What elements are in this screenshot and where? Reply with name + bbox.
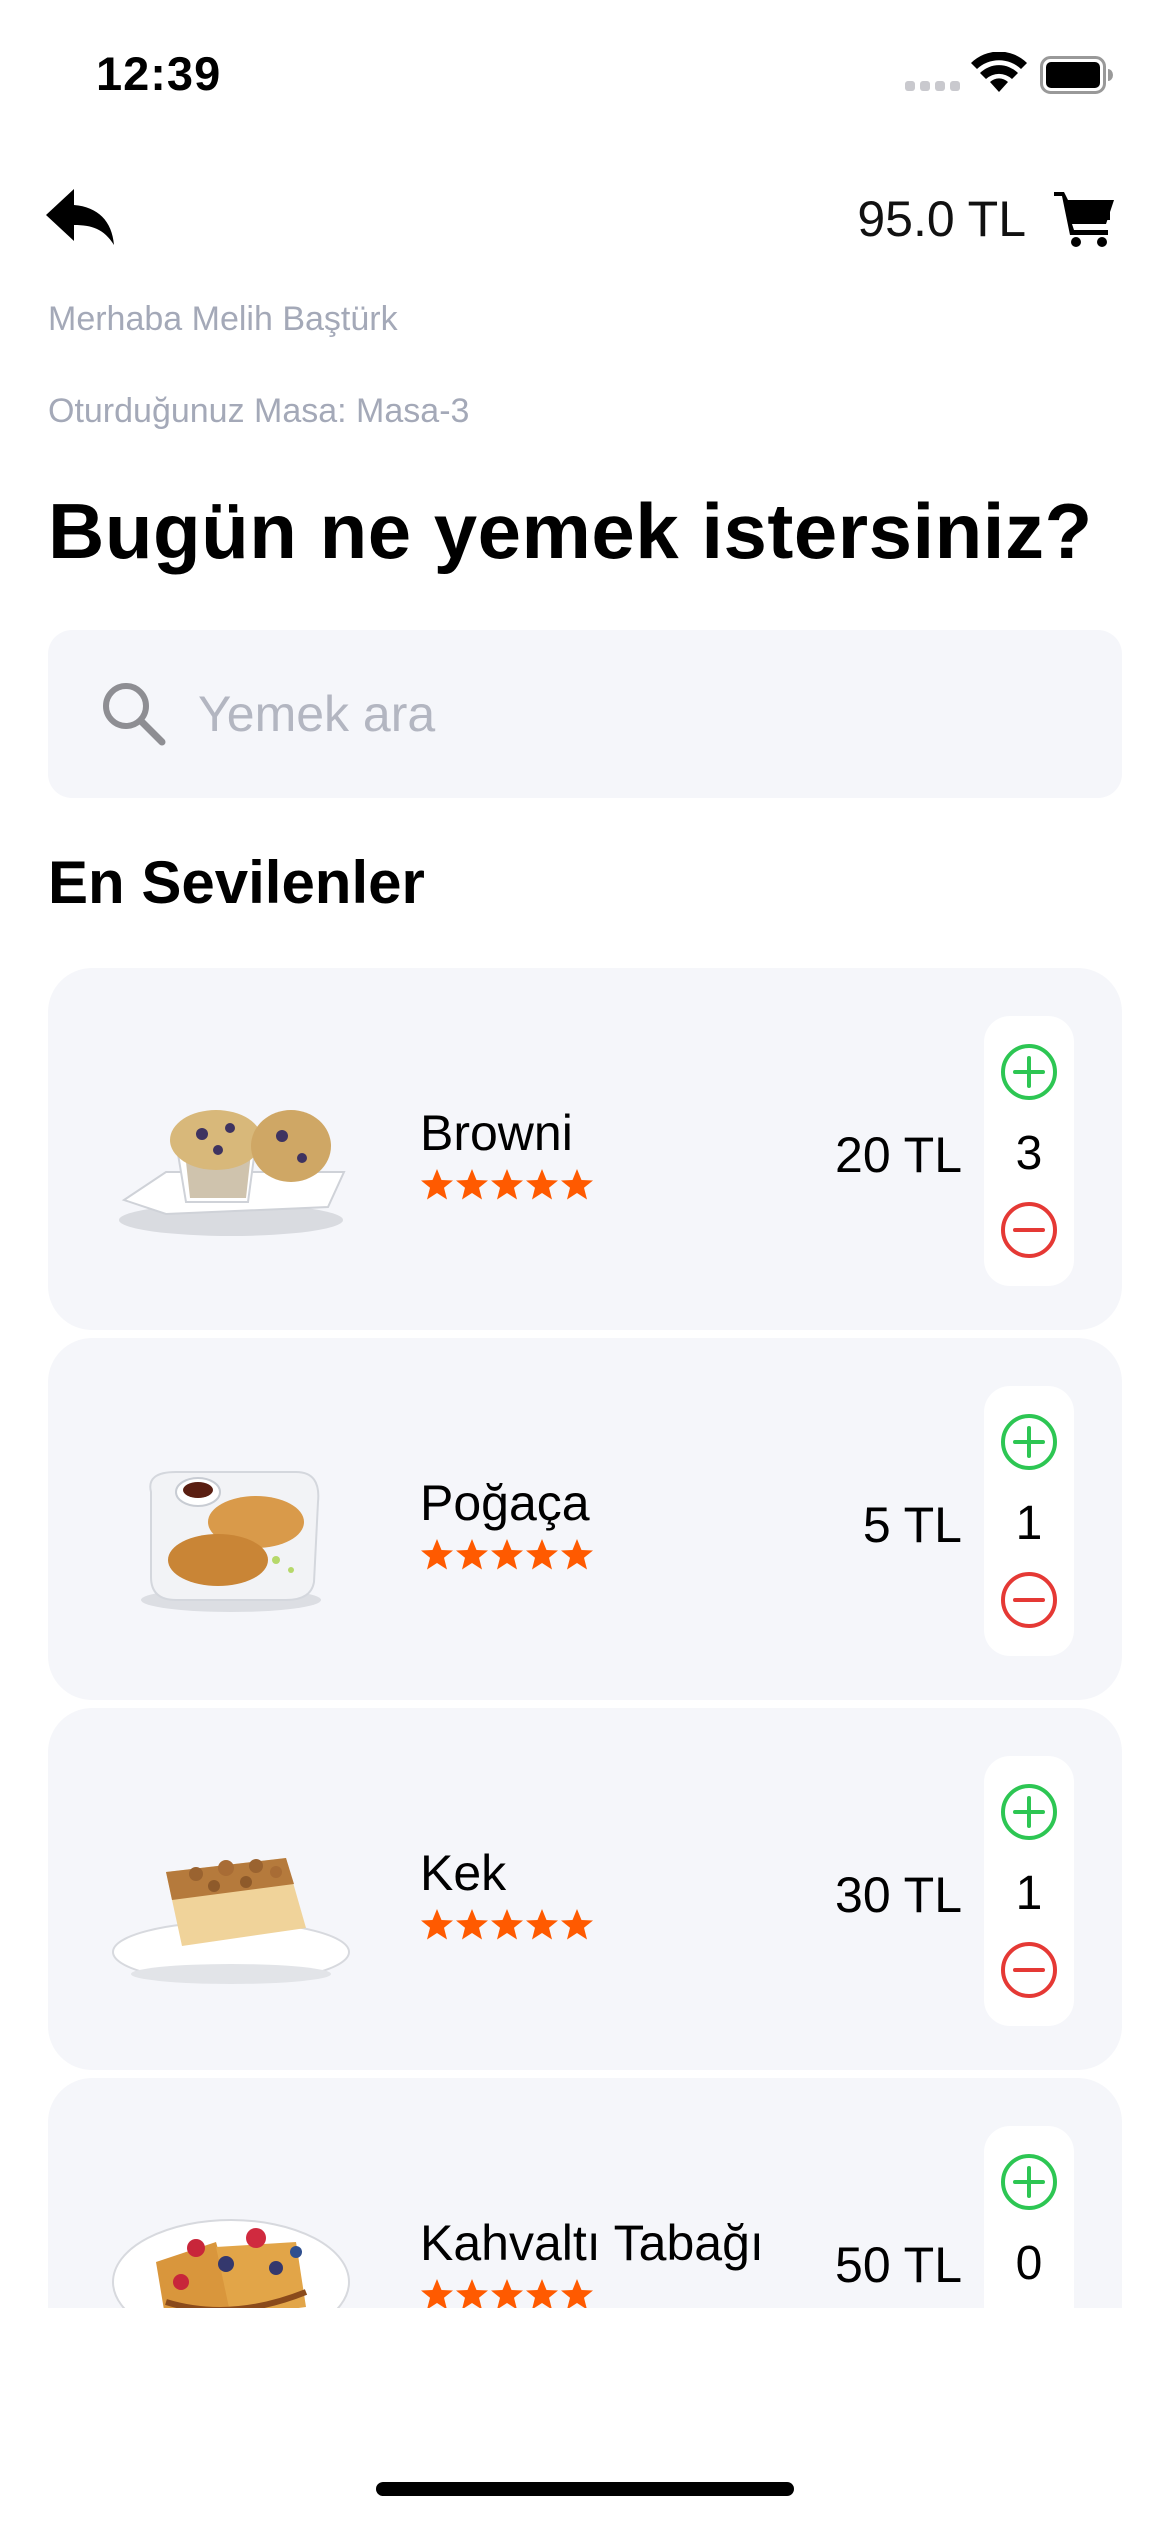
- list-item[interactable]: Browni 20 TL 3: [48, 968, 1122, 1330]
- menu-screen: 12:39 95.0 TL Merhaba Melih Baştürk Otur…: [0, 0, 1170, 2532]
- product-image: [141, 1471, 321, 1612]
- quantity-value: 0: [1015, 2237, 1043, 2290]
- quantity-value: 1: [1015, 1867, 1043, 1920]
- quantity-stepper: 3: [984, 1016, 1074, 1286]
- product-name: Kek: [420, 1845, 507, 1901]
- minus-circle-icon[interactable]: [999, 1570, 1059, 1630]
- product-name: Kahvaltı Tabağı: [420, 2215, 764, 2271]
- plus-circle-icon[interactable]: [999, 1042, 1059, 1102]
- star-icon: [456, 1909, 488, 1940]
- plus-circle-icon[interactable]: [999, 1412, 1059, 1472]
- rating-stars: [420, 1908, 600, 1942]
- product-image: [112, 2219, 350, 2308]
- quantity-stepper: 1: [984, 1756, 1074, 2026]
- rating-stars: [420, 1538, 600, 1572]
- list-item[interactable]: Poğaça 5 TL 1: [48, 1338, 1122, 1700]
- star-icon: [561, 1909, 593, 1940]
- star-icon: [421, 1539, 453, 1570]
- status-bar: 12:39: [0, 0, 1170, 150]
- section-title: En Sevilenler: [48, 849, 425, 916]
- minus-circle-icon[interactable]: [999, 1940, 1059, 2000]
- rating-stars: [420, 1168, 600, 1202]
- minus-circle-icon[interactable]: [999, 1200, 1059, 1260]
- star-icon: [491, 1539, 523, 1570]
- star-icon: [421, 2279, 453, 2308]
- star-icon: [491, 2279, 523, 2308]
- search-input[interactable]: [198, 674, 1078, 754]
- quantity-value: 1: [1015, 1497, 1043, 1550]
- star-icon: [456, 1539, 488, 1570]
- star-icon: [526, 1909, 558, 1940]
- quantity-stepper: 0: [984, 2126, 1074, 2308]
- rating-stars: [420, 2278, 600, 2308]
- star-icon: [526, 1539, 558, 1570]
- search-bar[interactable]: [48, 630, 1122, 798]
- star-icon: [561, 1539, 593, 1570]
- star-icon: [526, 2279, 558, 2308]
- star-icon: [491, 1909, 523, 1940]
- star-icon: [456, 1169, 488, 1200]
- cart-icon[interactable]: [1052, 188, 1118, 248]
- home-indicator[interactable]: [376, 2482, 794, 2496]
- star-icon: [561, 2279, 593, 2308]
- list-item[interactable]: Kahvaltı Tabağı 50 TL 0: [48, 2078, 1122, 2308]
- page-title: Bugün ne yemek istersiniz?: [48, 487, 1093, 575]
- plus-circle-icon[interactable]: [999, 1782, 1059, 1842]
- back-reply-icon[interactable]: [44, 185, 116, 247]
- cart-total: 95.0 TL: [857, 191, 1026, 247]
- star-icon: [421, 1909, 453, 1940]
- wifi-icon: [971, 52, 1027, 92]
- product-name: Poğaça: [420, 1475, 590, 1531]
- quantity-stepper: 1: [984, 1386, 1074, 1656]
- product-price: 50 TL: [835, 2237, 962, 2293]
- product-image: [119, 1110, 346, 1236]
- star-icon: [421, 1169, 453, 1200]
- cellular-signal-icon: [905, 81, 961, 93]
- product-name: Browni: [420, 1105, 573, 1161]
- star-icon: [491, 1169, 523, 1200]
- product-price: 5 TL: [862, 1497, 962, 1553]
- star-icon: [526, 1169, 558, 1200]
- product-list[interactable]: Browni 20 TL 3 Poğaça 5 TL 1 Kek 30 TL 1…: [0, 968, 1170, 2308]
- product-image: [112, 1858, 350, 1984]
- greeting-text: Merhaba Melih Baştürk: [48, 300, 398, 338]
- status-time: 12:39: [96, 47, 222, 100]
- star-icon: [561, 1169, 593, 1200]
- star-icon: [456, 2279, 488, 2308]
- product-price: 20 TL: [835, 1127, 962, 1183]
- table-info-text: Oturduğunuz Masa: Masa-3: [48, 392, 470, 430]
- battery-icon: [1040, 56, 1113, 94]
- plus-circle-icon[interactable]: [999, 2152, 1059, 2212]
- search-icon: [103, 683, 166, 746]
- list-item[interactable]: Kek 30 TL 1: [48, 1708, 1122, 2070]
- quantity-value: 3: [1015, 1127, 1043, 1180]
- product-price: 30 TL: [835, 1867, 962, 1923]
